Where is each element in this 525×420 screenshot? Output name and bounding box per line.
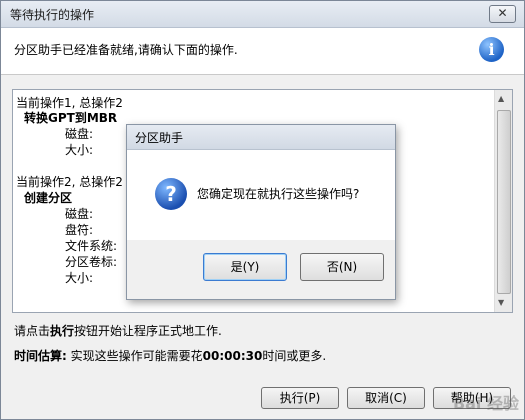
header-area: 分区助手已经准备就绪,请确认下面的操作. i [1,28,524,75]
cancel-button[interactable]: 取消(C) [347,387,425,409]
op1-disk-label: 磁盘: [65,127,94,141]
hint-bold: 执行 [50,324,75,338]
op2-header: 当前操作2, 总操作2 [16,175,123,189]
time-estimate: 时间估算: 实现这些操作可能需要花00:00:30时间或更多. [14,347,326,364]
vertical-scrollbar[interactable]: ▲ ▼ [494,90,512,312]
window-titlebar: 等待执行的操作 ✕ [1,1,524,28]
info-icon: i [479,37,504,62]
op2-volume-label: 分区卷标: [65,255,118,269]
op2-disk-label: 磁盘: [65,207,94,221]
header-text: 分区助手已经准备就绪,请确认下面的操作. [14,43,238,57]
estimate-after: 时间或更多. [262,349,327,363]
execute-hint: 请点击执行按钮开始让程序正式地工作. [14,322,222,339]
watermark: Bai 经验 [452,394,519,413]
dialog-question: 您确定现在就执行这些操作吗? [197,187,360,201]
estimate-label: 时间估算: [14,349,67,363]
scroll-down-icon[interactable]: ▼ [498,298,504,307]
execute-button[interactable]: 执行(P) [261,387,339,409]
hint-before: 请点击 [14,324,51,338]
dialog-title: 分区助手 [135,131,184,145]
estimate-before: 实现这些操作可能需要花 [66,349,203,363]
dialog-titlebar: 分区助手 [127,125,395,150]
dialog-body: ? 您确定现在就执行这些操作吗? [127,150,395,240]
hint-after: 按钮开始让程序正式地工作. [74,324,222,338]
op2-title: 创建分区 [24,191,73,205]
op2-fs-label: 文件系统: [65,239,118,253]
close-button[interactable]: ✕ [489,5,516,23]
confirm-dialog: 分区助手 ? 您确定现在就执行这些操作吗? 是(Y) 否(N) [126,124,396,300]
no-button[interactable]: 否(N) [300,253,384,281]
op2-letter-label: 盘符: [65,223,94,237]
scroll-thumb[interactable] [497,110,511,294]
window-title: 等待执行的操作 [10,8,95,22]
op2-size-label: 大小: [65,271,94,285]
scroll-up-icon[interactable]: ▲ [498,94,504,103]
yes-button[interactable]: 是(Y) [203,253,287,281]
op1-title: 转换GPT到MBR [24,111,118,125]
question-icon: ? [155,178,187,210]
estimate-time: 00:00:30 [202,349,263,363]
op1-size-label: 大小: [65,143,94,157]
